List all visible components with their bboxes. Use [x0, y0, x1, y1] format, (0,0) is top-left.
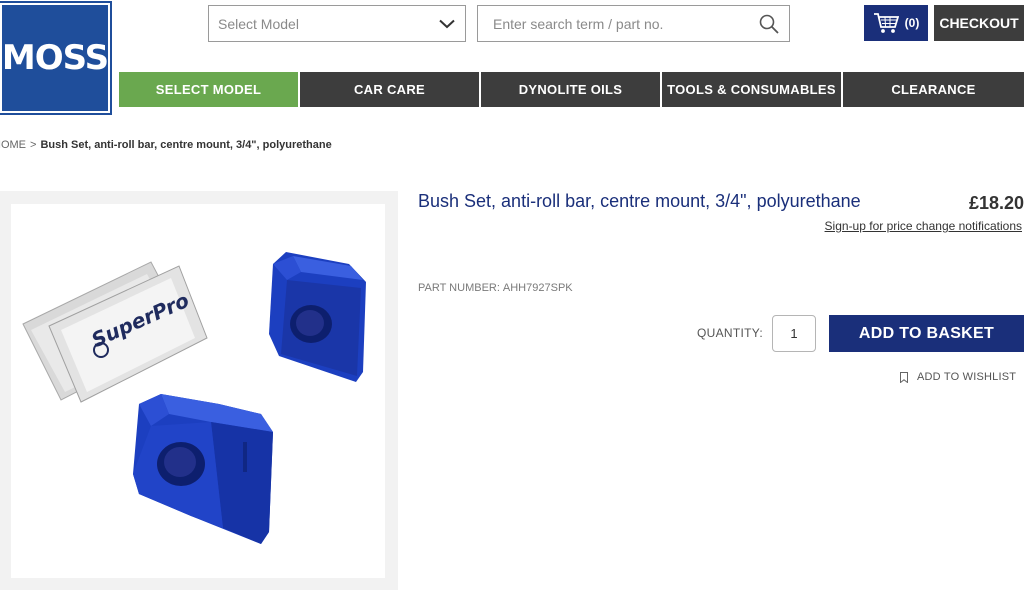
part-number-label: PART NUMBER: [418, 282, 500, 294]
add-to-basket-button[interactable]: ADD TO BASKET [829, 315, 1024, 352]
moss-logo[interactable]: MOSS [0, 1, 112, 115]
search-icon[interactable] [759, 14, 779, 34]
select-model-dropdown[interactable]: Select Model [208, 5, 466, 42]
product-photo: SuperPro [22, 252, 366, 544]
breadcrumb-home-link[interactable]: HOME [0, 139, 26, 151]
product-image-panel: SuperPro [0, 191, 398, 590]
breadcrumb-separator: > [30, 139, 37, 151]
quantity-input[interactable] [772, 315, 816, 352]
part-number-value: AHH7927SPK [502, 282, 573, 294]
basket-count: (0) [904, 16, 920, 30]
bush-right-icon [269, 252, 366, 382]
grease-sachet-icon: SuperPro [22, 261, 208, 403]
bookmark-icon [900, 371, 908, 383]
product-title: Bush Set, anti-roll bar, centre mount, 3… [418, 191, 861, 211]
search-input[interactable] [493, 15, 743, 32]
breadcrumb-current: Bush Set, anti-roll bar, centre mount, 3… [40, 139, 332, 151]
nav-item-car-care[interactable]: CAR CARE [300, 72, 481, 107]
quantity-label: QUANTITY: [697, 326, 764, 340]
part-number: PART NUMBER: AHH7927SPK [418, 282, 573, 294]
product-price: £18.20 [968, 193, 1024, 213]
nav-item-dynolite-oils[interactable]: DYNOLITE OILS [481, 72, 662, 107]
basket-button[interactable]: (0) [864, 5, 928, 41]
wishlist-label: ADD TO WISHLIST [917, 371, 1017, 383]
shopping-cart-icon [873, 13, 899, 33]
bush-front-icon [133, 394, 273, 544]
add-to-wishlist-link[interactable]: ADD TO WISHLIST [900, 371, 1016, 383]
nav-item-clearance[interactable]: CLEARANCE [843, 72, 1024, 107]
select-model-placeholder: Select Model [218, 15, 299, 32]
checkout-button[interactable]: CHECKOUT [934, 5, 1024, 41]
chevron-down-icon [439, 19, 455, 28]
nav-item-tools-consumables[interactable]: TOOLS & CONSUMABLES [662, 72, 843, 107]
search-box [477, 5, 790, 42]
logo-text: MOSS [1, 38, 109, 78]
main-nav: SELECT MODEL CAR CARE DYNOLITE OILS TOOL… [119, 72, 1024, 107]
price-alert-link[interactable]: Sign-up for price change notifications [825, 219, 1022, 233]
nav-item-select-model[interactable]: SELECT MODEL [119, 72, 300, 107]
product-image[interactable]: SuperPro [11, 204, 385, 578]
breadcrumb: HOME >Bush Set, anti-roll bar, centre mou… [0, 139, 332, 151]
